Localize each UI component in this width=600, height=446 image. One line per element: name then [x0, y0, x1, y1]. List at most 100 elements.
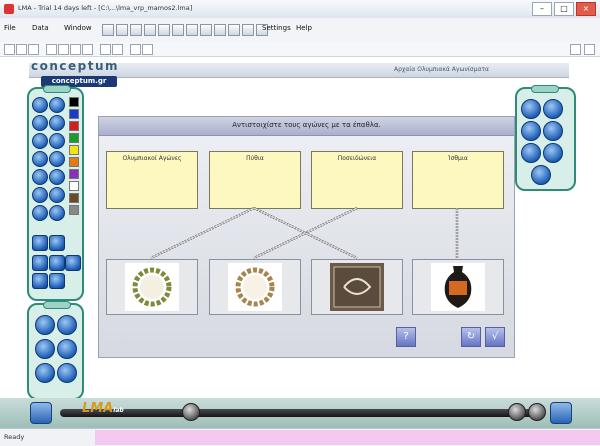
toolbar-button[interactable]: [214, 24, 226, 36]
page-forward-icon[interactable]: [49, 255, 65, 271]
settings-icon[interactable]: [531, 165, 551, 185]
color-swatch-brown[interactable]: [69, 193, 79, 203]
page-slider[interactable]: [60, 409, 540, 417]
minimize-button[interactable]: –: [532, 2, 552, 16]
video-icon[interactable]: [521, 143, 541, 163]
status-bar: Ready: [0, 428, 600, 446]
open-icon[interactable]: [16, 44, 27, 55]
amphora-card[interactable]: [412, 259, 504, 315]
calculator-icon[interactable]: [57, 315, 77, 335]
previous-page-button[interactable]: [508, 403, 526, 421]
undo-tool-icon[interactable]: [32, 205, 48, 221]
embroidered-cloth-card[interactable]: [311, 259, 403, 315]
toolbar-button[interactable]: [186, 24, 198, 36]
zoom-icon[interactable]: [130, 44, 141, 55]
close-button[interactable]: ×: [576, 2, 596, 16]
close-doc-icon[interactable]: [584, 44, 595, 55]
menu-data[interactable]: Data: [32, 24, 49, 32]
marker-tool-icon[interactable]: [32, 115, 48, 131]
select-tool-icon[interactable]: [49, 97, 65, 113]
delete-icon[interactable]: [46, 44, 57, 55]
save-file-icon[interactable]: [570, 44, 581, 55]
reset-button[interactable]: ↻: [461, 327, 481, 347]
color-swatch-red[interactable]: [69, 121, 79, 131]
camera-icon[interactable]: [521, 99, 541, 119]
menu-help[interactable]: Help: [296, 24, 312, 32]
print-icon[interactable]: [142, 44, 153, 55]
screen-icon[interactable]: [49, 273, 65, 289]
shape-tool-icon[interactable]: [49, 133, 65, 149]
audio-icon[interactable]: [543, 143, 563, 163]
toolbar-button[interactable]: [172, 24, 184, 36]
laurel-wreath-image: [228, 263, 282, 311]
hint-button[interactable]: ?: [396, 327, 416, 347]
save-icon[interactable]: [28, 44, 39, 55]
undo-icon[interactable]: [100, 44, 111, 55]
olive-wreath-card[interactable]: [106, 259, 198, 315]
menu-settings[interactable]: Settings: [262, 24, 291, 32]
keyboard-icon[interactable]: [32, 273, 48, 289]
laurel-wreath-card[interactable]: [209, 259, 301, 315]
palette-handle[interactable]: [43, 301, 71, 309]
color-swatch-black[interactable]: [69, 97, 79, 107]
app-icon: [4, 4, 14, 14]
toolbar-button[interactable]: [158, 24, 170, 36]
amphora-image: [431, 263, 485, 311]
color-swatch-orange[interactable]: [69, 157, 79, 167]
toolbar-button[interactable]: [102, 24, 114, 36]
paste-icon[interactable]: [82, 44, 93, 55]
text-tool-icon[interactable]: [32, 151, 48, 167]
toolbar-button[interactable]: [228, 24, 240, 36]
recorder-icon[interactable]: [543, 99, 563, 119]
pen-tool-icon[interactable]: [32, 97, 48, 113]
color-swatch-blue[interactable]: [69, 109, 79, 119]
color-swatch-white[interactable]: [69, 181, 79, 191]
timer-icon[interactable]: [35, 315, 55, 335]
redo-icon[interactable]: [112, 44, 123, 55]
toolbar-button[interactable]: [130, 24, 142, 36]
color-swatch-yellow[interactable]: [69, 145, 79, 155]
menu-bar: File Data Window Settings Help: [0, 18, 600, 43]
line-width-icon[interactable]: [32, 235, 48, 251]
toolbar-button[interactable]: [116, 24, 128, 36]
toolbar-button[interactable]: [242, 24, 254, 36]
copy-icon[interactable]: [70, 44, 81, 55]
page-back-icon[interactable]: [32, 255, 48, 271]
toolbar-button[interactable]: [200, 24, 212, 36]
protractor-icon[interactable]: [57, 339, 77, 359]
toolbar-button[interactable]: [144, 24, 156, 36]
eraser-tool-icon[interactable]: [49, 115, 65, 131]
redo-tool-icon[interactable]: [49, 205, 65, 221]
check-button[interactable]: √: [485, 327, 505, 347]
spotlight-tool-icon[interactable]: [49, 169, 65, 185]
palette-handle[interactable]: [531, 85, 559, 93]
grid-menu-right-icon[interactable]: [550, 402, 572, 424]
color-swatch-purple[interactable]: [69, 169, 79, 179]
highlight-tool-icon[interactable]: [32, 169, 48, 185]
page-list-icon[interactable]: [65, 255, 81, 271]
gallery-icon[interactable]: [543, 121, 563, 141]
cut-icon[interactable]: [58, 44, 69, 55]
secondary-toolbar: [0, 42, 600, 57]
compass-icon[interactable]: [35, 363, 55, 383]
menu-file[interactable]: File: [4, 24, 16, 32]
color-swatch-green[interactable]: [69, 133, 79, 143]
next-page-button[interactable]: [528, 403, 546, 421]
slider-thumb[interactable]: [182, 403, 200, 421]
maximize-button[interactable]: □: [554, 2, 574, 16]
logo-wordmark: conceptum: [31, 59, 120, 73]
color-swatch-gray[interactable]: [69, 205, 79, 215]
magnifier-icon[interactable]: [57, 363, 77, 383]
ruler-icon[interactable]: [35, 339, 55, 359]
fill-tool-icon[interactable]: [49, 151, 65, 167]
palette-handle[interactable]: [43, 85, 71, 93]
status-text: Ready: [4, 433, 25, 441]
line-tool-icon[interactable]: [32, 133, 48, 149]
capture-tool-icon[interactable]: [49, 187, 65, 203]
web-icon[interactable]: [521, 121, 541, 141]
grid-menu-icon[interactable]: [30, 402, 52, 424]
curtain-tool-icon[interactable]: [32, 187, 48, 203]
no-fill-icon[interactable]: [49, 235, 65, 251]
menu-window[interactable]: Window: [64, 24, 92, 32]
new-icon[interactable]: [4, 44, 15, 55]
